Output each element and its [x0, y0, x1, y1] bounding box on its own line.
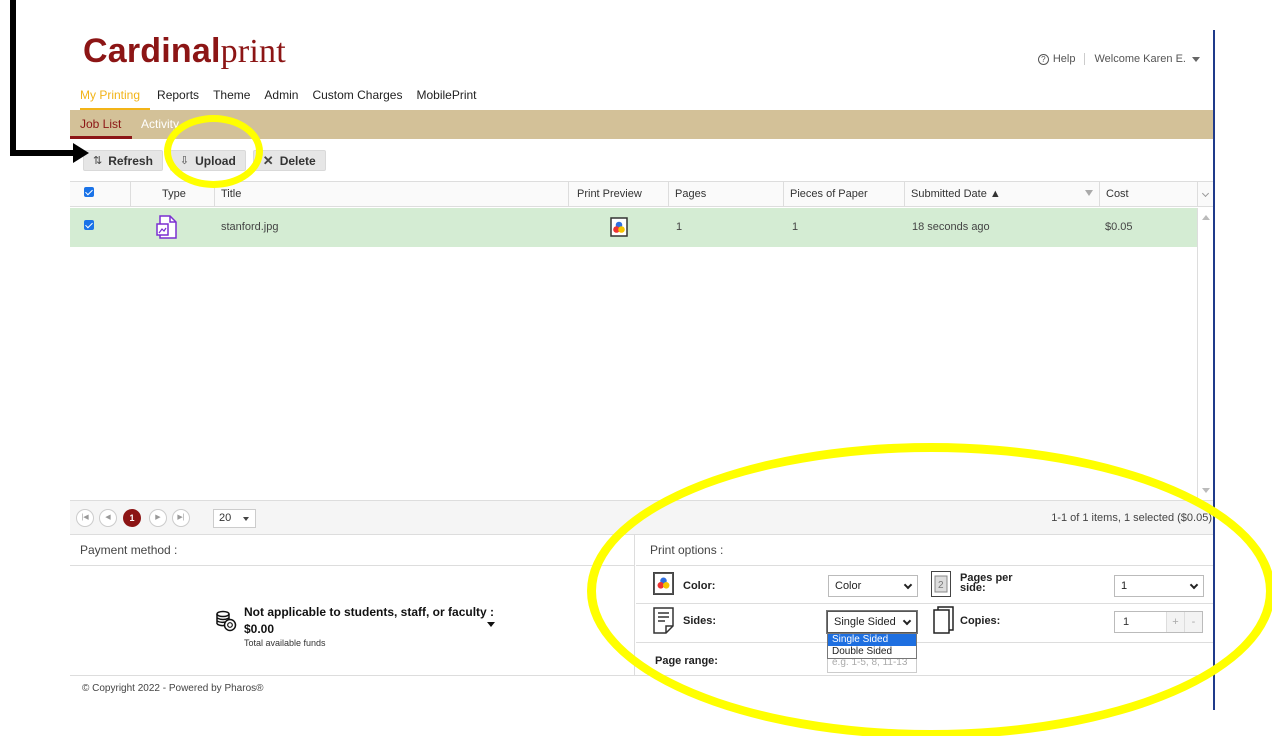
- help-icon: ?: [1037, 53, 1049, 65]
- color-preview-icon: [610, 217, 628, 237]
- annotation-circle-print-options: [587, 443, 1272, 736]
- payment-title: Payment method :: [70, 535, 634, 566]
- row-submitted-date: 18 seconds ago: [912, 221, 990, 233]
- annotation-arrow-shaft-horizontal: [10, 150, 76, 156]
- help-label: Help: [1052, 53, 1076, 65]
- scroll-down-icon[interactable]: [1202, 488, 1210, 493]
- last-page-button[interactable]: ▶|: [172, 509, 190, 527]
- help-link[interactable]: ? Help: [1037, 53, 1086, 65]
- refresh-icon: ⇅: [93, 155, 103, 167]
- nav-admin[interactable]: Admin: [264, 88, 305, 111]
- refresh-button[interactable]: ⇅ Refresh: [83, 150, 163, 171]
- row-cost: $0.05: [1105, 221, 1133, 233]
- row-preview-cell[interactable]: [610, 208, 650, 247]
- payment-panel: Payment method : Not applicable to stude…: [70, 535, 635, 676]
- annotation-circle-upload: [164, 115, 263, 188]
- grid-scrollbar[interactable]: [1197, 208, 1214, 500]
- brand-logo: Cardinalprint: [83, 32, 286, 71]
- chevron-down-icon: [243, 517, 249, 521]
- row-pieces: 1: [792, 221, 799, 233]
- column-header-pages[interactable]: Pages: [668, 182, 783, 207]
- refresh-label: Refresh: [108, 153, 153, 168]
- table-row[interactable]: stanford.jpg 1 1 18 seconds ago $0.05: [70, 208, 1197, 247]
- column-header-print-preview[interactable]: Print Preview: [568, 182, 668, 207]
- nav-reports[interactable]: Reports: [157, 88, 206, 111]
- current-page-button[interactable]: 1: [123, 509, 141, 527]
- tab-active-underline: [70, 136, 132, 139]
- payment-method-title: Not applicable to students, staff, or fa…: [244, 605, 495, 619]
- delete-button[interactable]: ✕ Delete: [252, 150, 326, 171]
- scroll-up-icon[interactable]: [1202, 215, 1210, 220]
- annotation-arrow-shaft-vertical: [10, 0, 16, 156]
- copyright: © Copyright 2022 - Powered by Pharos®: [82, 683, 264, 694]
- payment-amount: $0.00: [244, 622, 275, 636]
- nav-mobileprint[interactable]: MobilePrint: [416, 88, 483, 111]
- select-all-checkbox[interactable]: [84, 187, 94, 197]
- payment-text: Not applicable to students, staff, or fa…: [244, 605, 494, 648]
- first-page-button[interactable]: |◀: [76, 509, 94, 527]
- submitted-date-label: Submitted Date ▲: [911, 188, 1001, 200]
- select-all-cell: [70, 182, 130, 207]
- row-select-cell: [70, 208, 130, 247]
- chevron-down-icon: [1192, 56, 1200, 62]
- chevron-down-icon[interactable]: [487, 622, 495, 627]
- nav-my-printing[interactable]: My Printing: [80, 88, 151, 111]
- sides-option-double[interactable]: Double Sided: [828, 646, 916, 658]
- nav-theme[interactable]: Theme: [213, 88, 257, 111]
- column-header-title[interactable]: Title: [214, 182, 568, 207]
- column-header-pieces-of-paper[interactable]: Pieces of Paper: [783, 182, 904, 207]
- filter-icon[interactable]: [1085, 190, 1093, 196]
- tab-job-list[interactable]: Job List: [80, 117, 121, 131]
- grid-header: Type Title Print Preview Pages Pieces of…: [70, 182, 1214, 207]
- payment-subtitle: Total available funds: [244, 638, 326, 648]
- user-menu[interactable]: Welcome Karen E.: [1085, 53, 1200, 65]
- annotation-arrow-head-icon: [73, 143, 89, 163]
- column-header-submitted-date[interactable]: Submitted Date ▲: [904, 182, 1099, 207]
- welcome-label: Welcome Karen E.: [1094, 53, 1186, 65]
- column-header-cost[interactable]: Cost: [1099, 182, 1197, 207]
- row-title[interactable]: stanford.jpg: [215, 208, 565, 247]
- brand-bold: Cardinal: [83, 32, 221, 70]
- column-menu-icon[interactable]: [1197, 182, 1214, 207]
- sides-option-single[interactable]: Single Sided: [828, 634, 916, 646]
- brand-light: print: [220, 33, 286, 70]
- image-file-icon: [156, 215, 177, 239]
- row-checkbox[interactable]: [84, 220, 94, 230]
- row-pages: 1: [676, 221, 683, 233]
- row-type-cell: [156, 208, 196, 247]
- sides-dropdown-list: Single Sided Double Sided: [827, 633, 917, 659]
- main-nav: My Printing Reports Theme Admin Custom C…: [80, 88, 491, 111]
- page-size-select[interactable]: 20: [213, 509, 256, 528]
- header-user-area: ? Help Welcome Karen E.: [1037, 53, 1200, 65]
- page-size-value: 20: [219, 512, 232, 524]
- next-page-button[interactable]: ▶: [149, 509, 167, 527]
- prev-page-button[interactable]: ◀: [99, 509, 117, 527]
- payment-method[interactable]: Not applicable to students, staff, or fa…: [215, 605, 494, 648]
- nav-custom-charges[interactable]: Custom Charges: [312, 88, 409, 111]
- close-icon: ✕: [262, 152, 274, 168]
- delete-label: Delete: [279, 153, 316, 168]
- coins-icon: [216, 610, 237, 632]
